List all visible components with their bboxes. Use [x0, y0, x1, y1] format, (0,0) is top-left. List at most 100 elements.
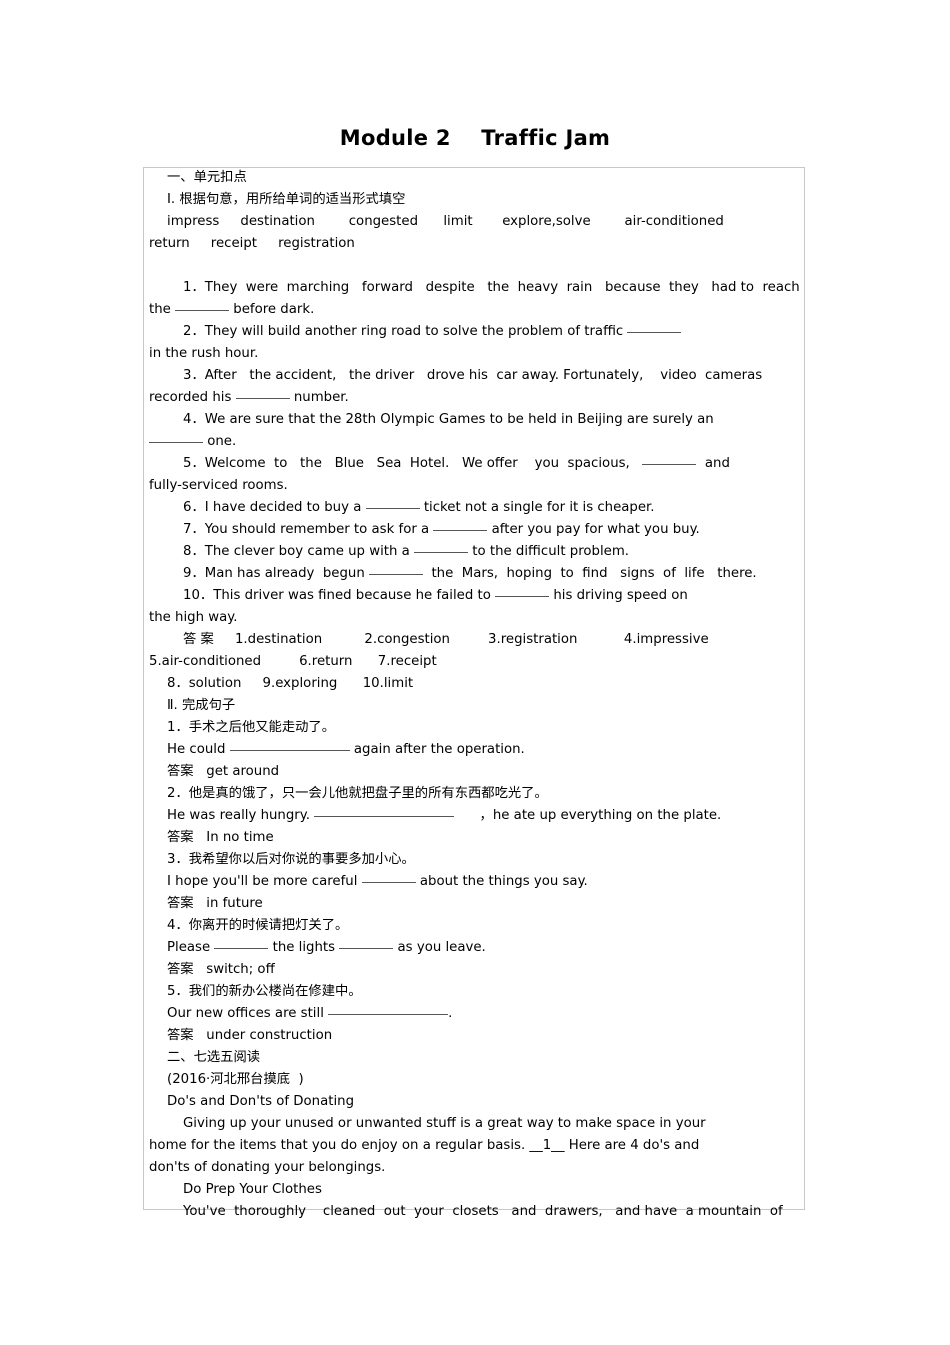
sentence-4-chinese: 4．你离开的时候请把灯关了。 — [167, 918, 349, 933]
question-7-line-1: 7．You should remember to ask for a after… — [149, 519, 948, 541]
p1-text-after: Here are 4 do's and — [564, 1138, 700, 1153]
s3-answer-value: in future — [206, 896, 263, 911]
q9-blank[interactable] — [369, 574, 424, 575]
sentence-1-english: He could again after the operation. — [149, 739, 948, 761]
q4-blank[interactable] — [149, 442, 203, 443]
answers-line-2: 5.air-conditioned 6.return 7.receipt — [149, 654, 437, 669]
passage-paragraph-2-line-1: You've thoroughly cleaned out your close… — [183, 1204, 783, 1219]
s4-answer-gap — [194, 962, 207, 977]
s3-text-after: about the things you say. — [415, 874, 588, 889]
s4-answer-value: switch; off — [206, 962, 275, 977]
s4-text-before: Please — [167, 940, 215, 955]
s2-answer-label: 答案 — [167, 830, 194, 845]
section-two-source: (2016·河北邢台摸底 ) — [167, 1072, 304, 1087]
sentence-2-english: He was really hungry. ，he ate up everyth… — [149, 805, 948, 827]
passage-paragraph-1-line-1: Giving up your unused or unwanted stuff … — [183, 1116, 706, 1131]
section-two-heading: 二、七选五阅读 — [167, 1050, 261, 1065]
q10-blank[interactable] — [495, 596, 550, 597]
passage-paragraph-1-line-3: don'ts of donating your belongings. — [149, 1160, 386, 1175]
s1-answer-label: 答案 — [167, 764, 194, 779]
s1-text-before: He could — [167, 742, 230, 757]
q1-text-after: before dark. — [229, 302, 315, 317]
q5-text-after: and — [696, 456, 730, 471]
sentence-4-answer: 答案 switch; off — [149, 959, 948, 981]
question-2-line-2: in the rush hour. — [149, 346, 259, 361]
q8-text-after: to the difficult problem. — [468, 544, 630, 559]
s4-blank-2[interactable] — [339, 948, 394, 949]
question-5-line-2: fully-serviced rooms. — [149, 478, 288, 493]
s3-blank[interactable] — [361, 882, 416, 883]
s3-answer-label: 答案 — [167, 896, 194, 911]
question-3-line-1: 3．After the accident, the driver drove h… — [183, 368, 763, 383]
page-title: Module 2 Traffic Jam — [339, 126, 611, 150]
question-4-line-1: 4．We are sure that the 28th Olympic Game… — [183, 412, 714, 427]
sentence-1-chinese: 1．手术之后他又能走动了。 — [167, 720, 336, 735]
passage-subheading-1: Do Prep Your Clothes — [183, 1182, 322, 1197]
s4-text-after: as you leave. — [393, 940, 486, 955]
q8-text-before: 8．The clever boy came up with a — [183, 544, 415, 559]
p1-text-before: home for the items that you do enjoy on … — [149, 1138, 530, 1153]
s2-text-after: ，he ate up everything on the plate. — [454, 808, 722, 823]
q6-text-before: 6．I have decided to buy a — [183, 500, 366, 515]
question-9-line-1: 9．Man has already begun the Mars, hoping… — [149, 563, 948, 585]
question-5-line-1: 5．Welcome to the Blue Sea Hotel. We offe… — [149, 453, 948, 475]
s1-text-after: again after the operation. — [349, 742, 525, 757]
s5-text-before: Our new offices are still — [167, 1006, 329, 1021]
part-i-heading: Ⅰ. 根据句意，用所给单词的适当形式填空 — [167, 192, 406, 207]
q9-text-before: 9．Man has already begun — [183, 566, 370, 581]
s1-answer-value: get around — [206, 764, 280, 779]
answers-line-3: 8．solution 9.exploring 10.limit — [167, 676, 414, 691]
word-bank-line-2: return receipt registration — [149, 236, 355, 251]
s4-answer-label: 答案 — [167, 962, 194, 977]
s1-blank[interactable] — [229, 750, 350, 751]
sentence-3-answer: 答案 in future — [149, 893, 948, 915]
question-3-line-2: recorded his number. — [149, 387, 948, 409]
part-ii-heading: Ⅱ. 完成句子 — [167, 698, 236, 713]
q3-text-after: number. — [289, 390, 349, 405]
question-6-line-1: 6．I have decided to buy a ticket not a s… — [149, 497, 948, 519]
sentence-2-chinese: 2．他是真的饿了，只一会儿他就把盘子里的所有东西都吃光了。 — [167, 786, 548, 801]
q10-text-after: his driving speed on — [549, 588, 688, 603]
q7-text-after: after you pay for what you buy. — [487, 522, 700, 537]
section-one-heading: 一、单元扣点 — [167, 170, 247, 185]
q2-blank[interactable] — [627, 332, 682, 333]
q3-text-before: recorded his — [149, 390, 236, 405]
p1-blank-1[interactable]: __1__ — [529, 1138, 564, 1153]
passage-paragraph-1-line-2: home for the items that you do enjoy on … — [149, 1135, 948, 1157]
q2-text-before: 2．They will build another ring road to s… — [183, 324, 628, 339]
s5-answer-gap — [194, 1028, 207, 1043]
s3-answer-gap — [194, 896, 207, 911]
s5-blank[interactable] — [328, 1014, 449, 1015]
q10-text-before: 10．This driver was fined because he fail… — [183, 588, 496, 603]
answers-line-1: 答 案 1.destination 2.congestion 3.registr… — [183, 632, 709, 647]
question-1-line-2: the before dark. — [149, 299, 948, 321]
q5-text-before: 5．Welcome to the Blue Sea Hotel. We offe… — [183, 456, 643, 471]
s2-answer-gap — [194, 830, 207, 845]
s2-answer-value: In no time — [206, 830, 274, 845]
q6-blank[interactable] — [365, 508, 420, 509]
q5-blank[interactable] — [642, 464, 697, 465]
s2-text-before: He was really hungry. — [167, 808, 315, 823]
q6-text-after: ticket not a single for it is cheaper. — [419, 500, 655, 515]
sentence-5-chinese: 5．我们的新办公楼尚在修建中。 — [167, 984, 362, 999]
q8-blank[interactable] — [414, 552, 469, 553]
q1-blank[interactable] — [175, 310, 230, 311]
q3-blank[interactable] — [235, 398, 290, 399]
q1-text-before: the — [149, 302, 176, 317]
s3-text-before: I hope you'll be more careful — [167, 874, 362, 889]
sentence-3-english: I hope you'll be more careful about the … — [149, 871, 948, 893]
q7-blank[interactable] — [433, 530, 488, 531]
sentence-3-chinese: 3．我希望你以后对你说的事要多加小心。 — [167, 852, 415, 867]
sentence-5-answer: 答案 under construction — [149, 1025, 948, 1047]
question-10-line-1: 10．This driver was fined because he fail… — [149, 585, 948, 607]
document-body: 一、单元扣点 Ⅰ. 根据句意，用所给单词的适当形式填空 impress dest… — [143, 167, 948, 1223]
s4-blank-1[interactable] — [214, 948, 269, 949]
s4-text-mid: the lights — [268, 940, 340, 955]
document-page: Module 2 Traffic Jam 一、单元扣点 Ⅰ. 根据句意，用所给单… — [0, 0, 950, 1345]
s2-blank[interactable] — [314, 816, 455, 817]
q9-text-after: the Mars, hoping to find signs of life t… — [423, 566, 757, 581]
s1-answer-gap — [194, 764, 207, 779]
q7-text-before: 7．You should remember to ask for a — [183, 522, 434, 537]
sentence-1-answer: 答案 get around — [149, 761, 948, 783]
